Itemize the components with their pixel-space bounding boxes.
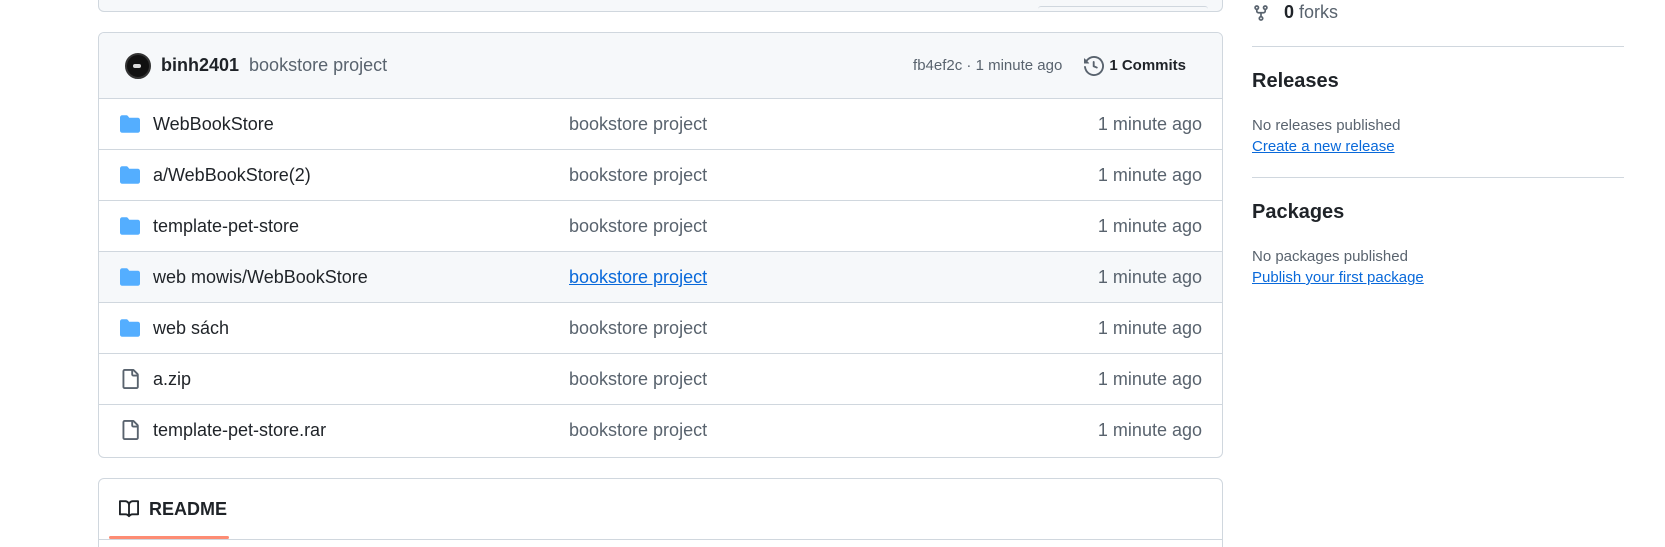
file-name-link[interactable]: web mowis/WebBookStore (153, 267, 368, 288)
publish-package-link[interactable]: Publish your first package (1252, 269, 1424, 286)
forks-link[interactable]: 0 forks (1252, 2, 1338, 23)
file-name-link[interactable]: a/WebBookStore(2) (153, 165, 311, 186)
file-row[interactable]: template-pet-store.rar bookstore project 1… (99, 405, 1222, 456)
file-icon (122, 369, 139, 389)
divider (1252, 177, 1624, 178)
file-table: binh2401 bookstore project fb4ef2c · 1 m… (98, 32, 1223, 458)
file-row[interactable]: a.zip bookstore project 1 minute ago (99, 354, 1222, 405)
create-release-link[interactable]: Create a new release (1252, 138, 1395, 155)
commits-count-label: 1 Commits (1109, 57, 1186, 74)
readme-tab[interactable]: README (109, 479, 229, 539)
file-name-link[interactable]: template-pet-store.rar (153, 420, 326, 441)
file-commit-message-link[interactable]: bookstore project (569, 267, 707, 288)
packages-title[interactable]: Packages (1252, 201, 1344, 224)
commits-history-link[interactable]: 1 Commits (1084, 55, 1186, 76)
file-commit-age: 1 minute ago (1097, 266, 1202, 287)
file-commit-age: 1 minute ago (1097, 368, 1202, 389)
file-commit-age: 1 minute ago (1097, 317, 1202, 338)
latest-commit-header: binh2401 bookstore project fb4ef2c · 1 m… (99, 33, 1222, 99)
file-name-link[interactable]: WebBookStore (153, 114, 274, 135)
top-panel-edge (98, 0, 1223, 12)
file-commit-age: 1 minute ago (1097, 215, 1202, 236)
forks-label: forks (1299, 2, 1339, 22)
file-commit-message-link[interactable]: bookstore project (569, 216, 707, 237)
file-row[interactable]: WebBookStore bookstore project 1 minute ag… (99, 99, 1222, 150)
folder-icon (120, 166, 140, 184)
file-name-link[interactable]: web sách (153, 318, 229, 339)
file-commit-message-link[interactable]: bookstore project (569, 114, 707, 135)
forks-count: 0 (1284, 2, 1295, 22)
file-row[interactable]: template-pet-store bookstore project 1 min… (99, 201, 1222, 252)
readme-label: README (149, 498, 228, 519)
commit-meta[interactable]: fb4ef2c · 1 minute ago (913, 57, 1062, 74)
folder-icon (120, 268, 140, 286)
history-icon (1084, 55, 1105, 76)
file-row[interactable]: web sách bookstore project 1 minute ago (99, 303, 1222, 354)
file-commit-age: 1 minute ago (1097, 420, 1202, 440)
file-commit-age: 1 minute ago (1097, 113, 1202, 134)
folder-icon (120, 115, 140, 133)
avatar[interactable] (125, 52, 151, 79)
book-icon (119, 500, 139, 518)
file-row[interactable]: web mowis/WebBookStore bookstore project 1… (99, 252, 1222, 303)
commit-author-link[interactable]: binh2401 (161, 55, 239, 76)
packages-note: No packages published (1252, 248, 1408, 265)
file-row[interactable]: a/WebBookStore(2) bookstore project 1 minu… (99, 150, 1222, 201)
file-name-link[interactable]: template-pet-store (153, 216, 299, 237)
releases-note: No releases published (1252, 117, 1401, 134)
file-name-link[interactable]: a.zip (153, 369, 191, 390)
file-commit-message-link[interactable]: bookstore project (569, 420, 707, 441)
file-commit-message-link[interactable]: bookstore project (569, 165, 707, 186)
folder-icon (120, 319, 140, 337)
readme-panel: README (98, 478, 1223, 547)
file-commit-message-link[interactable]: bookstore project (569, 369, 707, 390)
releases-title[interactable]: Releases (1252, 70, 1339, 93)
divider (1252, 46, 1624, 47)
commit-message[interactable]: bookstore project (249, 55, 387, 76)
fork-icon (1254, 4, 1268, 21)
folder-icon (120, 217, 140, 235)
file-commit-age: 1 minute ago (1097, 164, 1202, 185)
file-icon (122, 420, 139, 440)
file-commit-message-link[interactable]: bookstore project (569, 318, 707, 339)
